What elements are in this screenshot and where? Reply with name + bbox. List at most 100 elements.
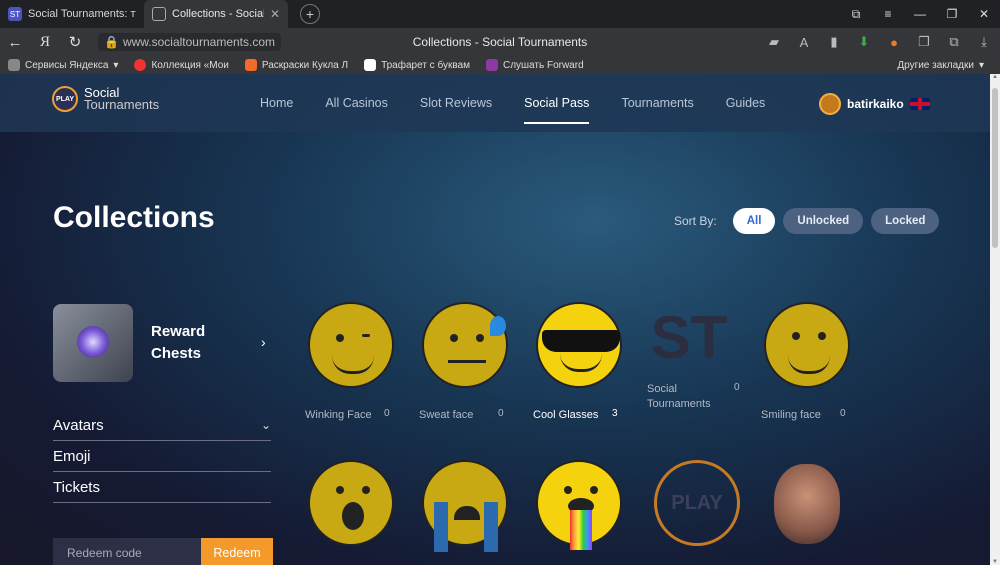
item-name: Cool Glasses — [533, 409, 599, 421]
collection-item[interactable]: PLAY — [648, 460, 748, 546]
nav-tournaments[interactable]: Tournaments — [621, 96, 693, 110]
chevron-right-icon: › — [261, 334, 266, 350]
download-green-icon[interactable]: ⬇ — [854, 34, 874, 50]
bookmark-favicon-icon — [364, 59, 377, 71]
lock-icon: 🔒 — [104, 35, 119, 49]
collection-item[interactable] — [530, 460, 630, 550]
site-favicon-icon: ST — [8, 7, 22, 21]
scroll-thumb[interactable] — [992, 88, 998, 248]
item-name: Smiling face — [761, 409, 821, 421]
bookmark-item[interactable]: Трафарет с буквам — [356, 59, 478, 71]
nav-home[interactable]: Home — [260, 96, 293, 110]
bookmark-item[interactable]: Коллекция «Мои — [126, 59, 236, 71]
bookmark-favicon-icon — [134, 59, 147, 71]
nav-social-pass[interactable]: Social Pass — [524, 96, 590, 124]
user-menu[interactable]: batirkaiko — [819, 93, 930, 115]
tab-title: Social Tournaments: турни — [28, 8, 136, 20]
collection-item[interactable] — [416, 460, 516, 552]
back-icon[interactable]: ← — [0, 34, 30, 51]
extension-icon[interactable]: ● — [884, 35, 904, 50]
redeem-code-input[interactable]: Redeem code — [53, 538, 201, 565]
new-tab-button[interactable]: + — [300, 4, 320, 24]
bookmark-favicon-icon — [485, 59, 498, 71]
uk-flag-icon[interactable] — [909, 98, 930, 110]
close-window-icon[interactable]: ✕ — [968, 7, 1000, 21]
sort-all-button[interactable]: All — [732, 208, 776, 234]
sort-label: Sort By: — [674, 214, 717, 228]
pin-icon[interactable]: ▰ — [764, 34, 784, 50]
address-actions: ▰ A ▮ ⬇ ● ❐ ⧉ ⤓ — [764, 28, 994, 56]
cool-glasses-icon — [536, 302, 622, 388]
collection-item[interactable]: Winking Face 0 — [302, 302, 402, 421]
collection-item[interactable] — [758, 464, 858, 544]
sort-locked-button[interactable]: Locked — [871, 208, 940, 234]
collection-item[interactable]: Cool Glasses 3 — [530, 302, 630, 421]
menu-icon[interactable]: ≡ — [872, 7, 904, 21]
bookmark-item[interactable]: Сервисы Яндекса ▾ — [0, 59, 126, 71]
page-title: Collections — [53, 201, 215, 234]
category-emoji[interactable]: Emoji — [53, 441, 271, 472]
tab-title: Collections - Social Tour — [172, 8, 264, 20]
collections-icon[interactable]: ❐ — [914, 34, 934, 50]
item-count: 0 — [498, 408, 504, 419]
site-header: PLAY Social Tournaments Home All Casinos… — [0, 74, 990, 132]
bookmarks-bar: Сервисы Яндекса ▾ Коллекция «Мои Раскрас… — [0, 56, 1000, 74]
nav-guides[interactable]: Guides — [726, 96, 766, 110]
surprised-face-icon — [308, 460, 394, 546]
reload-icon[interactable]: ↻ — [60, 33, 90, 51]
sweat-face-icon — [422, 302, 508, 388]
main-nav: Home All Casinos Slot Reviews Social Pas… — [260, 96, 797, 124]
smiling-face-icon — [764, 302, 850, 388]
bookmark-icon[interactable]: ▮ — [824, 34, 844, 50]
tabs-icon[interactable]: ⧉ — [840, 7, 872, 22]
collection-item[interactable] — [302, 460, 402, 546]
close-tab-icon[interactable]: ✕ — [270, 7, 280, 21]
item-count: 0 — [734, 382, 740, 393]
redeem-form: Redeem code Redeem — [53, 538, 273, 565]
collection-item[interactable]: Smiling face 0 — [758, 302, 858, 421]
downloads-icon[interactable]: ⤓ — [974, 34, 994, 50]
play-logo-icon: PLAY — [654, 460, 740, 546]
nav-slot-reviews[interactable]: Slot Reviews — [420, 96, 492, 110]
minimize-icon[interactable]: — — [904, 7, 936, 21]
sort-unlocked-button[interactable]: Unlocked — [783, 208, 864, 234]
site-logo[interactable]: PLAY Social Tournaments — [52, 86, 159, 112]
other-bookmarks[interactable]: Другие закладки ▾ — [889, 60, 992, 71]
nav-all-casinos[interactable]: All Casinos — [325, 96, 388, 110]
redeem-button[interactable]: Redeem — [201, 538, 273, 565]
collection-item[interactable]: ST Social Tournaments 0 — [644, 292, 744, 411]
browser-tab-2[interactable]: Collections - Social Tour ✕ — [144, 0, 288, 28]
scroll-up-icon[interactable]: ▲ — [990, 74, 1000, 84]
play-logo-icon: PLAY — [52, 86, 78, 112]
bookmark-favicon-icon — [244, 59, 257, 71]
item-count: 0 — [384, 408, 390, 419]
crying-man-icon — [774, 464, 840, 544]
page-icon — [152, 7, 166, 21]
url-field[interactable]: 🔒 www.socialtournaments.com — [98, 33, 282, 51]
collection-item[interactable]: Sweat face 0 — [416, 302, 516, 421]
logo-line2: Tournaments — [84, 97, 160, 112]
browser-tab-1[interactable]: ST Social Tournaments: турни — [0, 0, 144, 28]
translate-icon[interactable]: A — [794, 35, 814, 50]
item-count: 3 — [612, 408, 618, 419]
username: batirkaiko — [847, 97, 904, 111]
scroll-down-icon[interactable]: ▼ — [990, 559, 1000, 565]
page-scrollbar[interactable]: ▲ ▼ — [990, 74, 1000, 565]
item-name: Social Tournaments — [647, 383, 711, 410]
bookmark-item[interactable]: Раскраски Кукла Л — [237, 59, 356, 71]
sort-controls: Sort By: All Unlocked Locked — [674, 208, 940, 234]
avatar — [819, 93, 841, 115]
restore-icon[interactable]: ❐ — [936, 7, 968, 21]
url-text: www.socialtournaments.com — [122, 35, 276, 49]
winking-face-icon — [308, 302, 394, 388]
item-name: Sweat face — [419, 409, 474, 421]
reward-chests-link[interactable]: Reward Chests › — [53, 304, 266, 382]
bookmark-item[interactable]: Слушать Forward — [478, 59, 592, 71]
chevron-down-icon: ⌄ — [260, 418, 271, 432]
category-avatars[interactable]: Avatars ⌄ — [53, 410, 271, 441]
yandex-icon[interactable]: Я — [30, 34, 60, 51]
reward-chests-label: Reward Chests — [151, 323, 206, 362]
social-tournaments-logo-icon: ST — [650, 303, 728, 371]
extensions-icon[interactable]: ⧉ — [944, 34, 964, 50]
category-tickets[interactable]: Tickets — [53, 472, 271, 503]
